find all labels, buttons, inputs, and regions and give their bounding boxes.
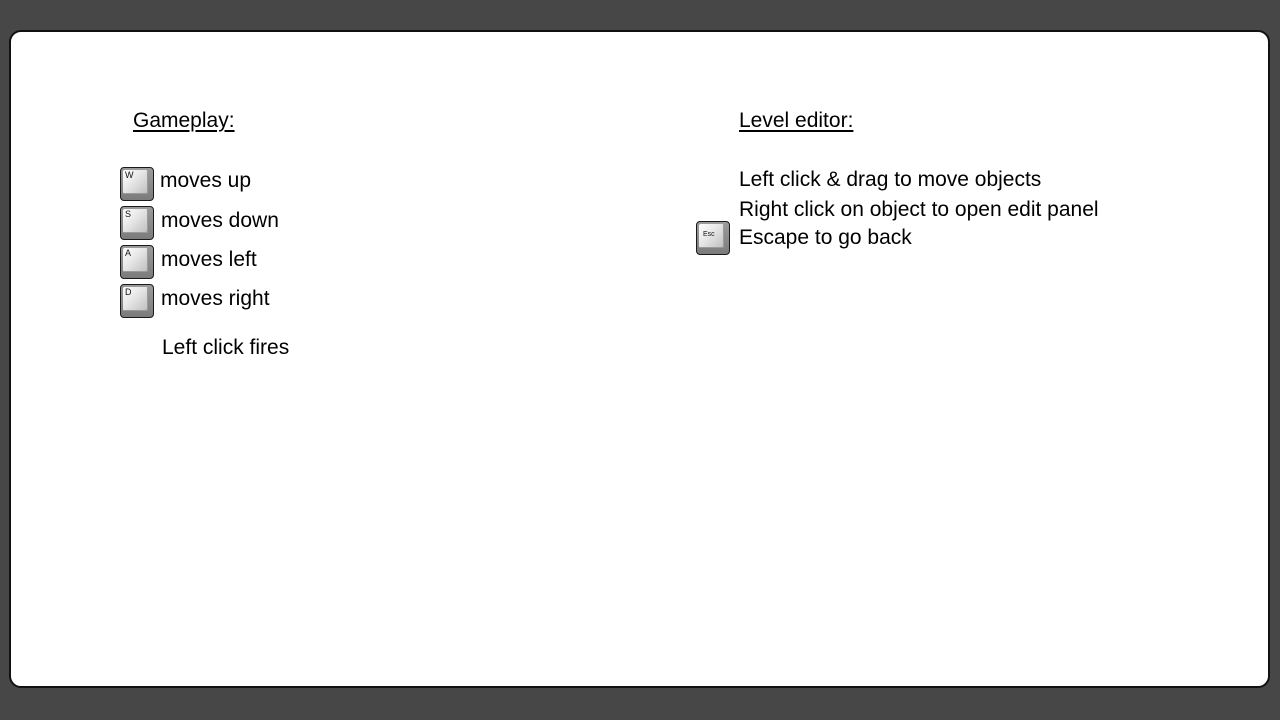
gameplay-heading: Gameplay: [133,109,235,132]
a-key-icon: A [120,245,154,279]
move-right-label: moves right [161,287,270,310]
move-up-label: moves up [160,169,252,192]
editor-escape-instruction: Escape to go back [739,226,912,249]
fire-label: Left click fires [162,336,290,359]
level-editor-heading: Level editor: [739,109,854,132]
w-key-icon: W [120,167,154,201]
controls-help-panel: Gameplay: W moves up S moves down A move… [9,30,1270,688]
editor-drag-instruction: Left click & drag to move objects [739,168,1042,191]
s-key-icon: S [120,206,154,240]
d-key-icon: D [120,284,154,318]
esc-key-icon: Esc [696,221,730,255]
editor-edit-panel-instruction: Right click on object to open edit panel [739,198,1099,221]
move-left-label: moves left [161,248,257,271]
move-down-label: moves down [161,209,279,232]
